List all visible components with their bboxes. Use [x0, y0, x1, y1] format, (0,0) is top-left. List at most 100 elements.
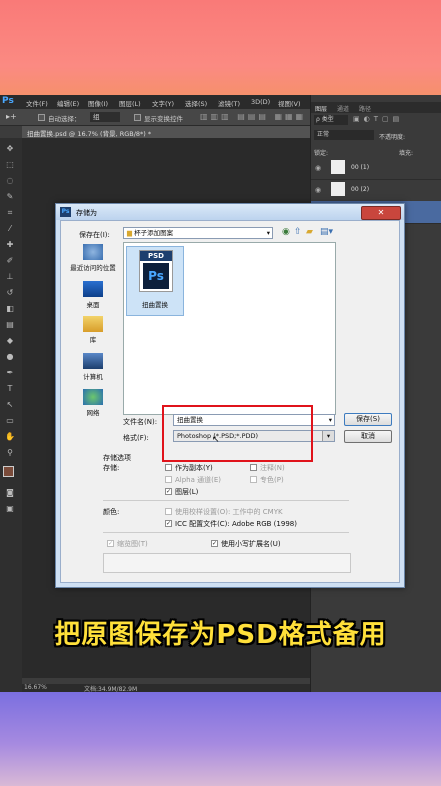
file-name: 扭曲置换 — [142, 301, 168, 309]
place-libraries[interactable]: 库 — [67, 316, 119, 344]
quick-select-tool-icon[interactable]: ✎ — [5, 192, 15, 202]
shape-tool-icon[interactable]: ▭ — [5, 416, 15, 426]
save-in-dropdown[interactable]: ▆ 杯子添加图案 ▾ — [123, 227, 273, 239]
layer-kind-filter[interactable]: ρ 类型 — [314, 115, 348, 125]
spot-checkbox[interactable] — [250, 476, 257, 483]
save-in-label: 保存在(I): — [79, 231, 110, 239]
path-select-tool-icon[interactable]: ↖ — [5, 400, 15, 410]
screen-mode-icon[interactable]: ▣ — [5, 504, 15, 514]
dialog-ps-icon: Ps — [60, 207, 71, 217]
menu-view[interactable]: 视图(V) — [278, 98, 301, 108]
auto-select-dropdown[interactable]: 组 — [90, 112, 120, 122]
visibility-eye-icon[interactable]: ◉ — [315, 186, 321, 194]
marquee-tool-icon[interactable]: ⬚ — [5, 160, 15, 170]
menu-image[interactable]: 图像(I) — [88, 98, 108, 108]
dialog-title-bar[interactable]: Ps 存储为 ✕ — [56, 204, 404, 220]
new-folder-icon[interactable]: ▰ — [306, 227, 313, 237]
menu-3d[interactable]: 3D(D) — [251, 98, 270, 106]
chevron-down-icon: ▾ — [266, 229, 270, 237]
use-proof-checkbox[interactable] — [165, 508, 172, 515]
bottom-background — [0, 692, 441, 786]
layer-row[interactable]: ◉ 00 (2) — [311, 179, 441, 202]
save-as-dialog: Ps 存储为 ✕ 保存在(I): ▆ 杯子添加图案 ▾ ◉ ⇧ ▰ ▤▾ 最近访… — [55, 203, 405, 588]
places-sidebar: 最近访问的位置 桌面 库 计算机 网络 — [61, 241, 123, 417]
highlight-box — [162, 405, 313, 462]
place-desktop[interactable]: 桌面 — [67, 281, 119, 309]
alpha-checkbox[interactable] — [165, 476, 172, 483]
back-icon[interactable]: ◉ — [282, 227, 290, 237]
auto-select-label: 自动选择： — [48, 115, 81, 123]
place-network[interactable]: 网络 — [67, 389, 119, 417]
place-computer[interactable]: 计算机 — [67, 353, 119, 381]
top-background — [0, 0, 441, 95]
visibility-eye-icon[interactable]: ◉ — [315, 164, 321, 172]
menu-select[interactable]: 选择(S) — [185, 98, 207, 108]
filter-icons[interactable]: ▣◐T▢▤ — [353, 115, 403, 123]
lowercase-ext-checkbox[interactable]: ✓ — [211, 540, 218, 547]
blur-tool-icon[interactable]: ◆ — [5, 336, 15, 346]
toolbox: ✥ ⬚ ◌ ✎ ⌗ ⁄ ✚ ✐ ⊥ ↺ ◧ ▤ ◆ ● ✒ T ↖ ▭ ✋ ⚲ … — [0, 138, 22, 692]
spot-label: 专色(P) — [260, 476, 284, 484]
file-list[interactable]: PSD Ps 扭曲置换 — [123, 242, 336, 415]
tab-layers[interactable]: 图层 — [315, 104, 327, 113]
caption: 把原图保存为PSD格式备用 — [54, 620, 387, 650]
type-tool-icon[interactable]: T — [5, 384, 15, 394]
save-options-title: 存储选项 — [103, 454, 131, 462]
hand-tool-icon[interactable]: ✋ — [5, 432, 15, 442]
file-item[interactable]: PSD Ps 扭曲置换 — [126, 246, 184, 316]
eyedropper-tool-icon[interactable]: ⁄ — [5, 224, 15, 234]
save-button[interactable]: 保存(S) — [344, 413, 392, 426]
align-icons[interactable]: ▥▥▥ ▤▤▤ ▦▦▦ — [200, 112, 306, 121]
layer-row[interactable]: ◉ 00 (1) — [311, 157, 441, 180]
bottom-panel — [103, 553, 351, 573]
icc-profile-checkbox[interactable]: ✓ — [165, 520, 172, 527]
recent-places-icon — [83, 244, 103, 260]
gradient-tool-icon[interactable]: ▤ — [5, 320, 15, 330]
menu-file[interactable]: 文件(F) — [26, 98, 48, 108]
menu-layer[interactable]: 图层(L) — [119, 98, 141, 108]
close-icon[interactable]: ✕ — [361, 206, 401, 220]
place-label: 计算机 — [83, 373, 103, 381]
tab-channels[interactable]: 通道 — [337, 104, 349, 113]
document-tab[interactable]: 扭曲置换.psd @ 16.7% (背景, RGB/8*) * — [22, 126, 312, 138]
show-transform-label: 显示变换控件 — [144, 115, 183, 123]
color-label: 颜色: — [103, 508, 120, 516]
cancel-button[interactable]: 取消 — [344, 430, 392, 443]
eraser-tool-icon[interactable]: ◧ — [5, 304, 15, 314]
save-in-value: 杯子添加图案 — [134, 229, 174, 237]
layers-checkbox[interactable]: ✓ — [165, 488, 172, 495]
show-transform-checkbox[interactable] — [134, 114, 141, 121]
up-folder-icon[interactable]: ⇧ — [294, 227, 302, 237]
move-tool-icon[interactable]: ▸+ — [6, 112, 17, 121]
menu-filter[interactable]: 滤镜(T) — [218, 98, 240, 108]
auto-select-checkbox[interactable] — [38, 114, 45, 121]
pen-tool-icon[interactable]: ✒ — [5, 368, 15, 378]
opacity-label: 不透明度: — [379, 134, 406, 141]
fill-label: 填充: — [399, 150, 414, 157]
notes-checkbox[interactable] — [250, 464, 257, 471]
zoom-tool-icon[interactable]: ⚲ — [5, 448, 15, 458]
brush-tool-icon[interactable]: ✐ — [5, 256, 15, 266]
lock-label: 锁定: — [314, 150, 329, 157]
stamp-tool-icon[interactable]: ⊥ — [5, 272, 15, 282]
thumbnail-checkbox[interactable]: ✓ — [107, 540, 114, 547]
view-menu-icon[interactable]: ▤▾ — [320, 227, 333, 237]
crop-tool-icon[interactable]: ⌗ — [5, 208, 15, 218]
chevron-down-icon: ▾ — [322, 431, 334, 441]
dodge-tool-icon[interactable]: ● — [5, 352, 15, 362]
menu-type[interactable]: 文字(Y) — [152, 98, 174, 108]
icc-profile-label: ICC 配置文件(C): Adobe RGB (1998) — [175, 520, 297, 528]
place-recent[interactable]: 最近访问的位置 — [67, 244, 119, 272]
move-tool-icon[interactable]: ✥ — [5, 144, 15, 154]
quick-mask-icon[interactable]: ◙ — [5, 488, 15, 498]
healing-tool-icon[interactable]: ✚ — [5, 240, 15, 250]
foreground-color-swatch[interactable] — [3, 466, 14, 477]
blend-mode-dropdown[interactable]: 正常 — [314, 130, 374, 140]
tab-paths[interactable]: 路径 — [359, 104, 371, 113]
layers-label: 图层(L) — [175, 488, 199, 496]
as-copy-checkbox[interactable] — [165, 464, 172, 471]
history-brush-icon[interactable]: ↺ — [5, 288, 15, 298]
menu-edit[interactable]: 编辑(E) — [57, 98, 79, 108]
layer-name: 00 (2) — [351, 186, 370, 193]
lasso-tool-icon[interactable]: ◌ — [5, 176, 15, 186]
